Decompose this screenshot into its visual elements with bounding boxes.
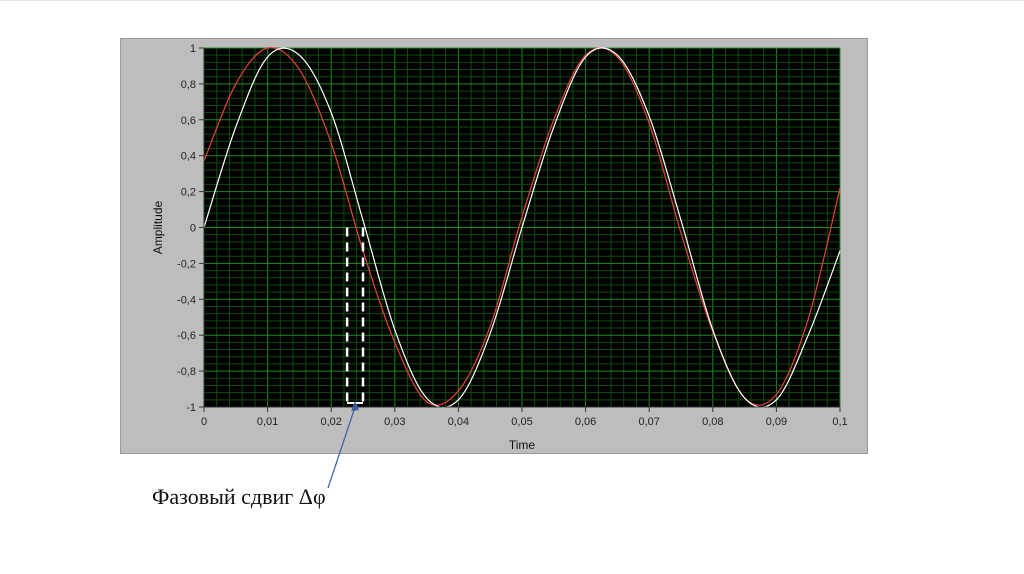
y-tick-label: -1 xyxy=(186,402,196,414)
y-tick-label: 0,2 xyxy=(181,187,196,199)
x-tick-label: 0,06 xyxy=(575,416,596,428)
y-tick-label: 1 xyxy=(190,43,196,55)
caption-arrow xyxy=(327,401,360,489)
x-tick-label: 0,07 xyxy=(638,416,659,428)
x-tick-label: 0,02 xyxy=(320,416,341,428)
y-tick-label: 0,4 xyxy=(181,151,196,163)
y-tick-label: -0,2 xyxy=(177,258,196,270)
y-tick-label: -0,8 xyxy=(177,366,196,378)
y-tick-label: -0,4 xyxy=(177,294,196,306)
y-tick-label: -0,6 xyxy=(177,330,196,342)
y-tick-label: 0,8 xyxy=(181,79,196,91)
x-tick-label: 0 xyxy=(201,416,207,428)
y-tick-label: 0,6 xyxy=(181,115,196,127)
phase-shift-caption: Фазовый сдвиг Δφ xyxy=(152,484,326,509)
x-axis-title: Time xyxy=(509,438,536,452)
x-tick-label: 0,01 xyxy=(257,416,278,428)
x-tick-label: 0,08 xyxy=(702,416,723,428)
x-tick-label: 0,05 xyxy=(511,416,532,428)
x-tick-label: 0,03 xyxy=(384,416,405,428)
x-tick-label: 0,04 xyxy=(448,416,469,428)
x-tick-label: 0,1 xyxy=(832,416,847,428)
x-tick-label: 0,09 xyxy=(766,416,787,428)
y-axis-title: Amplitude xyxy=(151,201,165,255)
y-tick-label: 0 xyxy=(190,223,196,235)
